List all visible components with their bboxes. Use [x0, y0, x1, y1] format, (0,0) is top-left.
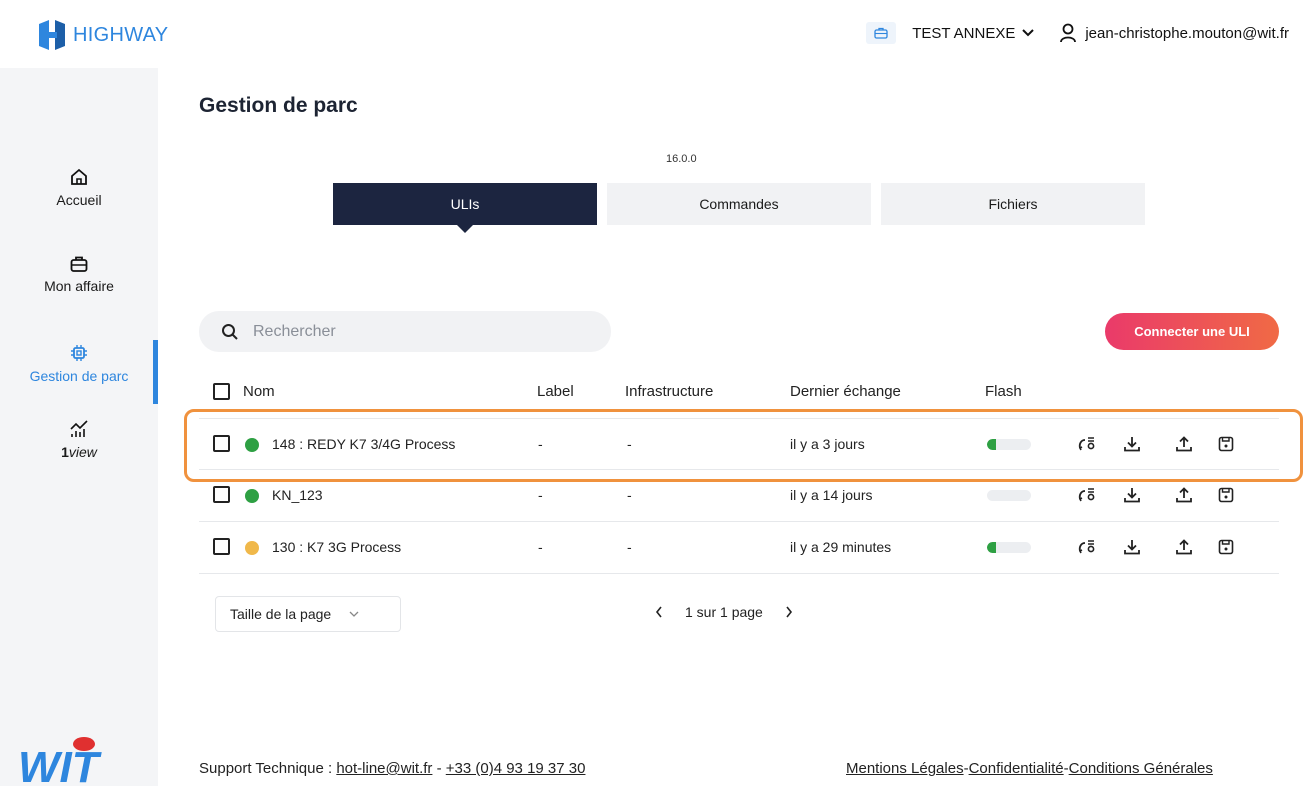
support-phone-link[interactable]: +33 (0)4 93 19 37 30	[446, 760, 586, 777]
column-header-nom[interactable]: Nom	[243, 383, 275, 400]
highway-logo-icon	[39, 20, 65, 50]
page-title: Gestion de parc	[199, 94, 358, 117]
status-dot	[245, 489, 259, 503]
chevron-left-icon[interactable]	[655, 606, 663, 618]
select-all-checkbox[interactable]	[213, 383, 230, 400]
home-icon	[71, 168, 87, 185]
footer-support: Support Technique : hot-line@wit.fr - +3…	[199, 760, 585, 777]
sidebar-item-label: Accueil	[56, 192, 102, 208]
flash-progress	[987, 542, 1031, 553]
flash-progress-fill	[987, 542, 996, 553]
row-checkbox[interactable]	[213, 538, 230, 555]
column-header-dernier-echange[interactable]: Dernier échange	[790, 383, 901, 400]
support-email-link[interactable]: hot-line@wit.fr	[336, 760, 432, 777]
row-infrastructure: -	[627, 539, 632, 555]
briefcase-icon	[874, 27, 888, 39]
row-last-exchange: il y a 3 jours	[790, 436, 865, 452]
row-label: -	[538, 487, 543, 503]
search-box	[199, 311, 611, 352]
table-row[interactable]: 148 : REDY K7 3/4G Process - - il y a 3 …	[199, 418, 1279, 470]
support-label: Support Technique :	[199, 760, 333, 777]
save-icon[interactable]	[1215, 433, 1237, 455]
table-row[interactable]: 130 : K7 3G Process - - il y a 29 minute…	[199, 522, 1279, 574]
top-bar: HIGHWAY TEST ANNEXE jean-christophe.mout…	[0, 0, 1303, 68]
status-dot	[245, 438, 259, 452]
sidebar-item-label: Gestion de parc	[29, 368, 129, 384]
row-name: KN_123	[272, 487, 323, 503]
sidebar-item-accueil[interactable]: Accueil	[0, 168, 158, 208]
tab-ulis[interactable]: ULIs	[333, 183, 597, 233]
row-label: -	[538, 436, 543, 452]
row-name: 130 : K7 3G Process	[272, 539, 402, 555]
download-icon[interactable]	[1121, 484, 1143, 506]
status-dot	[245, 541, 259, 555]
tab-fichiers[interactable]: Fichiers	[881, 183, 1145, 225]
save-icon[interactable]	[1215, 536, 1237, 558]
search-input[interactable]	[253, 322, 573, 341]
flash-progress-fill	[987, 439, 996, 450]
config-sync-icon[interactable]	[1076, 433, 1098, 455]
legal-notice-link[interactable]: Mentions Légales	[846, 760, 964, 777]
sidebar: Accueil Mon affaire Gestion de parc 1vie…	[0, 68, 158, 786]
brand-logo[interactable]: HIGHWAY	[35, 18, 168, 52]
client-name: TEST ANNEXE	[912, 24, 1016, 42]
page-size-label: Taille de la page	[230, 606, 332, 622]
active-indicator	[153, 340, 158, 404]
flash-progress	[987, 490, 1031, 501]
pagination: 1 sur 1 page	[655, 604, 793, 620]
privacy-link[interactable]: Confidentialité	[969, 760, 1064, 777]
page-indicator: 1 sur 1 page	[685, 604, 763, 620]
upload-icon[interactable]	[1173, 536, 1195, 558]
row-checkbox[interactable]	[213, 435, 230, 452]
row-label: -	[538, 539, 543, 555]
user-menu[interactable]: jean-christophe.mouton@wit.fr	[1059, 23, 1289, 43]
connect-uli-button[interactable]: Connecter une ULI	[1105, 313, 1279, 350]
column-header-label[interactable]: Label	[537, 383, 574, 400]
download-icon[interactable]	[1121, 536, 1143, 558]
sidebar-item-label: 1view	[61, 444, 97, 460]
upload-icon[interactable]	[1173, 433, 1195, 455]
sidebar-item-mon-affaire[interactable]: Mon affaire	[0, 256, 158, 294]
column-header-infrastructure[interactable]: Infrastructure	[625, 383, 713, 400]
chart-icon	[70, 420, 88, 437]
column-header-flash[interactable]: Flash	[985, 383, 1022, 400]
user-icon	[1060, 23, 1077, 43]
row-name: 148 : REDY K7 3/4G Process	[272, 436, 456, 452]
row-last-exchange: il y a 29 minutes	[790, 539, 892, 555]
save-icon[interactable]	[1215, 484, 1237, 506]
wit-logo: WIT	[18, 737, 102, 786]
sidebar-item-1view[interactable]: 1view	[0, 420, 158, 460]
upload-icon[interactable]	[1173, 484, 1195, 506]
row-infrastructure: -	[627, 487, 632, 503]
client-selector[interactable]: TEST ANNEXE	[912, 25, 1035, 42]
chip-icon	[71, 345, 87, 361]
tab-commandes[interactable]: Commandes	[607, 183, 871, 225]
chevron-right-icon[interactable]	[785, 606, 793, 618]
footer-separator: -	[436, 760, 442, 777]
chevron-down-icon	[349, 611, 359, 617]
page-size-select[interactable]: Taille de la page	[215, 596, 401, 632]
download-icon[interactable]	[1121, 433, 1143, 455]
config-sync-icon[interactable]	[1076, 536, 1098, 558]
affaire-button[interactable]	[866, 22, 897, 44]
terms-link[interactable]: Conditions Générales	[1069, 760, 1213, 777]
sidebar-item-gestion-de-parc[interactable]: Gestion de parc	[0, 340, 158, 404]
table-row[interactable]: KN_123 - - il y a 14 jours	[199, 470, 1279, 522]
row-last-exchange: il y a 14 jours	[790, 487, 873, 503]
briefcase-icon	[70, 256, 88, 272]
search-icon	[222, 323, 238, 340]
footer-legal-links: Mentions Légales-Confidentialité-Conditi…	[846, 760, 1213, 777]
app-root: HIGHWAY TEST ANNEXE jean-christophe.mout…	[0, 0, 1303, 786]
row-checkbox[interactable]	[213, 486, 230, 503]
flash-progress	[987, 439, 1031, 450]
brand-name: HIGHWAY	[73, 23, 169, 46]
top-right-controls: TEST ANNEXE jean-christophe.mouton@wit.f…	[866, 22, 1289, 44]
row-infrastructure: -	[627, 436, 632, 452]
sidebar-item-label: Mon affaire	[44, 278, 114, 294]
chevron-down-icon	[1022, 29, 1035, 37]
config-sync-icon[interactable]	[1076, 484, 1098, 506]
user-email: jean-christophe.mouton@wit.fr	[1085, 24, 1289, 42]
version-label: 16.0.0	[666, 153, 697, 165]
